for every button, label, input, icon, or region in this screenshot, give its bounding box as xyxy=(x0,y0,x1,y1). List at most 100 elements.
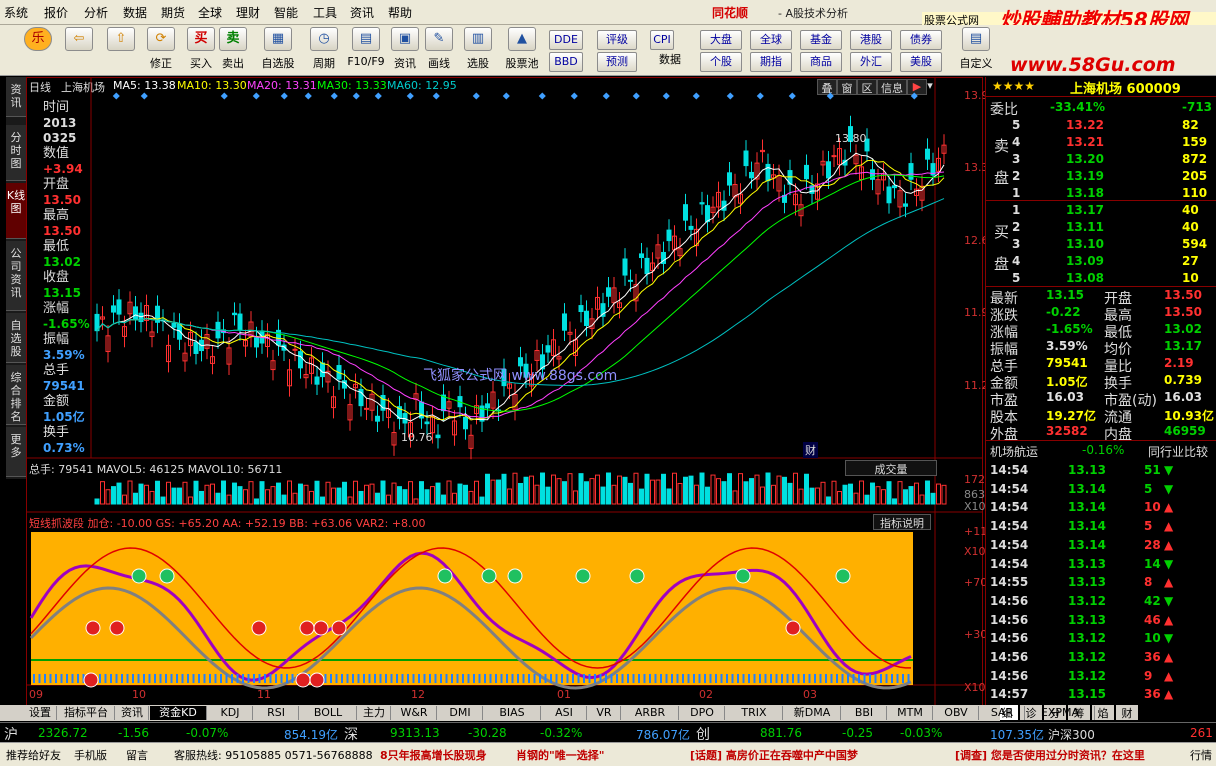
menu-item-smart[interactable]: 智能 xyxy=(274,4,298,21)
back-button[interactable]: ⇦ xyxy=(64,27,94,73)
f10-button[interactable]: ▤ F10/F9 xyxy=(346,27,386,73)
stock-button[interactable]: 个股 xyxy=(700,52,742,72)
customize-button[interactable]: ▤ 自定义 xyxy=(956,27,996,73)
kline-chart-area[interactable]: 日线 上海机场 MA5: 13.38 MA10: 13.30 MA20: 13.… xyxy=(26,77,1005,707)
page-up-down-button[interactable]: ⇧ xyxy=(106,27,136,73)
bond-button[interactable]: 债券 xyxy=(900,30,942,50)
menu-item-tools[interactable]: 工具 xyxy=(313,4,337,21)
sh-index[interactable]: 2326.72 xyxy=(38,726,88,740)
draw-line-button[interactable]: ✎ 画线 xyxy=(424,27,454,73)
indicator-tab[interactable]: 资讯 xyxy=(116,706,149,720)
sell-button[interactable]: 卖卖出 xyxy=(218,27,248,73)
menu-item-analysis[interactable]: 分析 xyxy=(84,4,108,21)
stock-pool-label: 股票池 xyxy=(505,57,539,70)
indicator-tab[interactable]: EXPMA xyxy=(1026,706,1095,720)
volume-bar xyxy=(149,490,155,505)
indicator-tab[interactable]: W&R xyxy=(392,706,437,720)
indicator-tab[interactable]: SAR xyxy=(980,706,1025,720)
indicator-tab[interactable]: DPO xyxy=(680,706,725,720)
news-link[interactable]: 8只年报高增长股现身 xyxy=(380,747,487,763)
right-tab[interactable]: 财 xyxy=(1116,705,1138,720)
left-tab-more[interactable]: 更多 xyxy=(6,427,26,477)
message-link[interactable]: 留言 xyxy=(126,747,148,763)
stock-picker-button[interactable]: ▥ 选股 xyxy=(462,27,494,73)
tick-time: 14:56 xyxy=(990,650,1029,664)
indicator-tab[interactable]: BOLL xyxy=(300,706,357,720)
left-tab-news[interactable]: 资讯 xyxy=(6,77,26,117)
quote-link[interactable]: 行情 xyxy=(1190,747,1212,763)
indicator-tab[interactable]: 指标平台 xyxy=(58,706,115,720)
indicator-tab[interactable]: ASI xyxy=(542,706,587,720)
left-tab-intraday[interactable]: 分时图 xyxy=(6,125,26,181)
left-tab-kline[interactable]: K线图 xyxy=(6,183,26,239)
indicator-tab[interactable]: VR xyxy=(588,706,621,720)
commodity-button[interactable]: 商品 xyxy=(800,52,842,72)
global-button[interactable]: 全球 xyxy=(750,30,792,50)
survey-link[interactable]: [调查] 您是否使用过分时资讯？在这里 xyxy=(955,747,1145,763)
sector-name[interactable]: 机场航运 xyxy=(990,443,1038,460)
buy-button[interactable]: 买买入 xyxy=(186,27,216,73)
indicator-tab[interactable]: MTM xyxy=(888,706,933,720)
volume-bar xyxy=(215,492,221,505)
industry-compare-button[interactable]: 同行业比较 xyxy=(1148,443,1208,460)
volume-bar xyxy=(611,484,617,505)
indicator-tab[interactable]: TRIX xyxy=(726,706,783,720)
left-tab-ranking[interactable]: 综合排名 xyxy=(6,365,26,425)
indicator-tab[interactable]: DMI xyxy=(438,706,483,720)
cy-index[interactable]: 881.76 xyxy=(760,726,802,740)
menu-item-help[interactable]: 帮助 xyxy=(388,4,412,21)
menu-item-system[interactable]: 系统 xyxy=(4,4,28,21)
recommend-link[interactable]: 推荐给好友 xyxy=(6,747,61,763)
finance-marker[interactable]: 财 xyxy=(803,442,818,458)
forecast-button[interactable]: 预测 xyxy=(597,52,637,72)
market-button[interactable]: 大盘 xyxy=(700,30,742,50)
indicator-tab[interactable]: OBV xyxy=(934,706,979,720)
indicator-tab[interactable]: KDJ xyxy=(208,706,253,720)
rating-button[interactable]: 评级 xyxy=(597,30,637,50)
hk-button[interactable]: 港股 xyxy=(850,30,892,50)
indicator-tab[interactable]: 设置 xyxy=(24,706,57,720)
topic-link[interactable]: [话题] 高房价正在吞噬中产中国梦 xyxy=(690,747,858,763)
indicator-help-button[interactable]: 指标说明 xyxy=(873,514,931,530)
cpi-button[interactable]: CPI xyxy=(650,30,674,50)
left-tab-company-news[interactable]: 公司资讯 xyxy=(6,241,26,311)
futures-index-button[interactable]: 期指 xyxy=(750,52,792,72)
fund-button[interactable]: 基金 xyxy=(800,30,842,50)
mobile-link[interactable]: 手机版 xyxy=(74,747,107,763)
indicator-tab[interactable]: 新DMA xyxy=(784,706,841,720)
watermark-88gs: 飞狐家公式网 www.88gs.com xyxy=(423,368,618,384)
indicator-tab[interactable]: BIAS xyxy=(484,706,541,720)
sell-signal-icon xyxy=(131,568,147,584)
volume-select[interactable]: 成交量 xyxy=(845,460,937,476)
indicator-tab[interactable]: 主力 xyxy=(358,706,391,720)
dde-button[interactable]: DDE xyxy=(549,30,583,50)
indicator-tab[interactable]: 资金KD xyxy=(150,706,207,720)
stock-pool-button[interactable]: ▲ 股票池 xyxy=(502,27,542,73)
right-tab[interactable]: 焰 xyxy=(1092,705,1114,720)
volume-bar xyxy=(226,494,232,505)
news-button[interactable]: ▣ 资讯 xyxy=(390,27,420,73)
menu-item-finance[interactable]: 理财 xyxy=(236,4,260,21)
revise-button[interactable]: ⟳ 修正 xyxy=(146,27,176,73)
news-link[interactable]: 肖钢的"唯一选择" xyxy=(516,747,604,763)
indicator-tab[interactable]: ARBR xyxy=(622,706,679,720)
menu-item-futures[interactable]: 期货 xyxy=(161,4,185,21)
bbd-button[interactable]: BBD xyxy=(549,52,583,72)
menu-item-data[interactable]: 数据 xyxy=(123,4,147,21)
menu-item-global[interactable]: 全球 xyxy=(198,4,222,21)
menu-item-news[interactable]: 资讯 xyxy=(350,4,374,21)
watchlist-button[interactable]: ▦ 自选股 xyxy=(258,27,298,73)
sz-index[interactable]: 9313.13 xyxy=(390,726,440,740)
indicator-tick-bar xyxy=(737,674,739,683)
volume-bar xyxy=(595,474,600,505)
hs300-value[interactable]: 261 xyxy=(1190,726,1213,740)
left-tab-watchlist[interactable]: 自选股 xyxy=(6,313,26,363)
home-button[interactable]: 乐 xyxy=(24,27,52,73)
indicator-tab[interactable]: BBI xyxy=(842,706,887,720)
period-button[interactable]: ◷ 周期 xyxy=(306,27,342,73)
menu-item-quote[interactable]: 报价 xyxy=(44,4,68,21)
indicator-tick-bar xyxy=(605,674,607,683)
indicator-tab[interactable]: RSI xyxy=(254,706,299,720)
us-stock-button[interactable]: 美股 xyxy=(900,52,942,72)
forex-button[interactable]: 外汇 xyxy=(850,52,892,72)
